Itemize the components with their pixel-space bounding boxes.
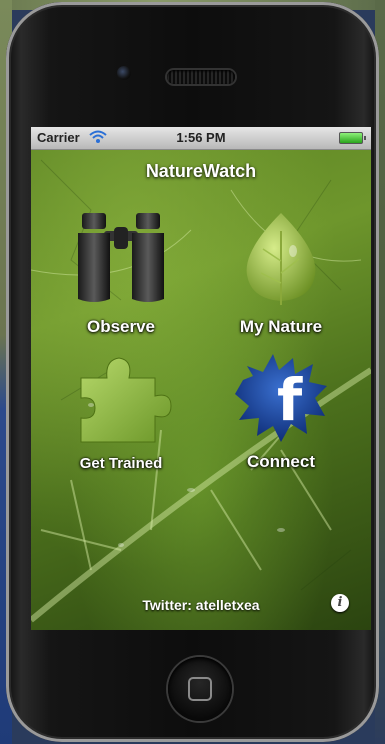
info-button[interactable]: i <box>331 594 349 612</box>
my-nature-button[interactable]: My Nature <box>211 207 351 337</box>
connect-button[interactable]: f Connect <box>211 342 351 472</box>
facebook-icon: f <box>235 354 327 442</box>
earpiece-speaker <box>167 70 235 84</box>
binoculars-icon <box>78 213 164 302</box>
status-time: 1:56 PM <box>176 130 226 145</box>
get-trained-label: Get Trained <box>79 455 163 472</box>
battery-icon <box>339 132 366 144</box>
status-bar: Carrier 1:56 PM <box>31 127 371 150</box>
connect-label: Connect <box>247 452 315 471</box>
iphone-frame: Carrier 1:56 PM NatureWatch Observe My N… <box>6 2 379 742</box>
leaf-icon <box>246 213 316 305</box>
phone-screen: Carrier 1:56 PM NatureWatch Observe My N… <box>31 127 371 630</box>
front-camera <box>117 66 131 80</box>
home-button[interactable] <box>168 657 232 721</box>
observe-label: Observe <box>86 317 156 336</box>
get-trained-button[interactable]: Get Trained <box>51 342 191 472</box>
twitter-handle[interactable]: Twitter: atelletxea <box>31 597 371 613</box>
home-square-icon <box>188 677 212 701</box>
puzzle-piece-icon <box>80 357 172 443</box>
observe-button[interactable]: Observe <box>51 207 191 337</box>
app-title: NatureWatch <box>145 161 257 181</box>
my-nature-label: My Nature <box>239 317 323 336</box>
svg-text:f: f <box>277 366 303 434</box>
